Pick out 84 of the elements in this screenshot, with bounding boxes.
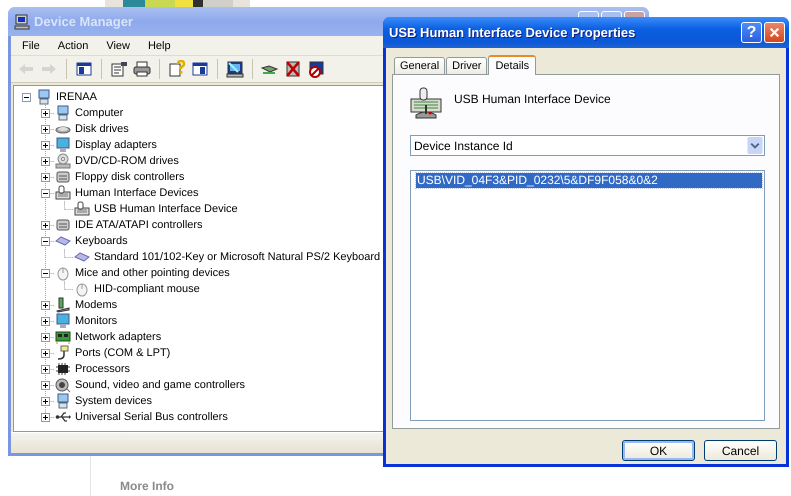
close-button[interactable] [764,22,785,43]
tree-item[interactable]: Modems [74,299,118,311]
tree-item[interactable]: IDE ATA/ATAPI controllers [74,219,204,231]
keyboard-mouse-icon [74,201,90,217]
computer-icon [36,89,52,105]
expand-toggle[interactable] [41,333,50,342]
tab[interactable]: Details [488,55,536,75]
expand-toggle[interactable] [41,413,50,422]
menu-item[interactable]: Help [138,40,180,52]
tree-item[interactable]: Universal Serial Bus controllers [74,411,229,423]
tree-item[interactable]: Disk drives [74,123,130,135]
close-icon [769,27,780,38]
plug-icon [55,345,71,361]
expand-toggle[interactable] [41,141,50,150]
pane-icon[interactable] [191,60,209,78]
expand-toggle[interactable] [41,365,50,374]
computer-icon [14,14,30,30]
mouse-icon [74,281,90,297]
chip-icon [55,361,71,377]
keyboard-mouse-icon [55,185,71,201]
tab[interactable]: Driver [446,57,488,74]
device-name: USB Human Interface Device [454,92,611,106]
expand-toggle[interactable] [41,237,50,246]
monitor-icon [55,313,71,329]
window-title: Device Manager [34,14,134,29]
uninstall-icon[interactable] [284,60,302,78]
property-dropdown[interactable]: Device Instance Id [410,135,765,156]
expand-toggle[interactable] [41,221,50,230]
computer-icon [55,393,71,409]
tree-item[interactable]: USB Human Interface Device [93,203,239,215]
tree-item[interactable]: DVD/CD-ROM drives [74,155,180,167]
tree-item[interactable]: Sound, video and game controllers [74,379,246,391]
monitor-icon [55,137,71,153]
modem-icon [55,297,71,313]
menu-item[interactable]: View [97,40,139,52]
help-icon[interactable] [168,60,186,78]
tab[interactable]: General [394,57,446,74]
mouse-icon [55,265,71,281]
tree-item[interactable]: Mice and other pointing devices [74,267,231,279]
printer-icon[interactable] [133,60,151,78]
help-button[interactable]: ? [741,22,762,43]
disc-drive-icon [55,153,71,169]
expand-toggle[interactable] [41,173,50,182]
properties-icon[interactable] [110,60,128,78]
monitor-scan-icon[interactable] [226,60,244,78]
window-title: USB Human Interface Device Properties [389,25,636,40]
tree-item[interactable]: Human Interface Devices [74,187,200,199]
value-list-item[interactable]: USB\VID_04F3&PID_0232\5&DF9F058&0&2 [416,173,762,188]
expand-toggle[interactable] [41,317,50,326]
tree-item[interactable]: Processors [74,363,132,375]
expand-toggle[interactable] [41,397,50,406]
network-card-icon [55,329,71,345]
dialog-button[interactable]: Cancel [704,440,777,461]
tree-item[interactable]: Standard 101/102-Key or Microsoft Natural PS/2 Keyboard [93,251,382,263]
expand-toggle[interactable] [22,93,31,102]
menu-item[interactable]: Action [48,40,98,52]
keyboard-joystick-icon [410,87,442,119]
tree-item[interactable]: Computer [74,107,124,119]
computer-icon [55,105,71,121]
expand-toggle[interactable] [41,381,50,390]
tree-item[interactable]: Floppy disk controllers [74,171,186,183]
expand-toggle[interactable] [41,301,50,310]
drive-icon [55,217,71,233]
pane-icon[interactable] [75,60,93,78]
expand-toggle[interactable] [41,109,50,118]
drive-icon [55,169,71,185]
expand-toggle[interactable] [41,157,50,166]
expand-toggle[interactable] [41,125,50,134]
speaker-icon [55,377,71,393]
tree-item[interactable]: IRENAA [55,91,98,103]
tree-item[interactable]: System devices [74,395,154,407]
tree-item[interactable]: Ports (COM & LPT) [74,347,172,359]
tree-item[interactable]: Display adapters [74,139,158,151]
expand-toggle[interactable] [41,269,50,278]
tree-item[interactable]: Monitors [74,315,118,327]
section-heading: More Info [120,479,174,493]
expand-toggle[interactable] [41,349,50,358]
disable-icon[interactable] [307,60,325,78]
menu-item[interactable]: File [13,40,49,52]
tree-item[interactable]: Keyboards [74,235,129,247]
expand-toggle[interactable] [41,189,50,198]
tree-item[interactable]: Network adapters [74,331,162,343]
dialog-button[interactable]: OK [622,440,695,461]
tree-item[interactable]: HID-compliant mouse [93,283,201,295]
